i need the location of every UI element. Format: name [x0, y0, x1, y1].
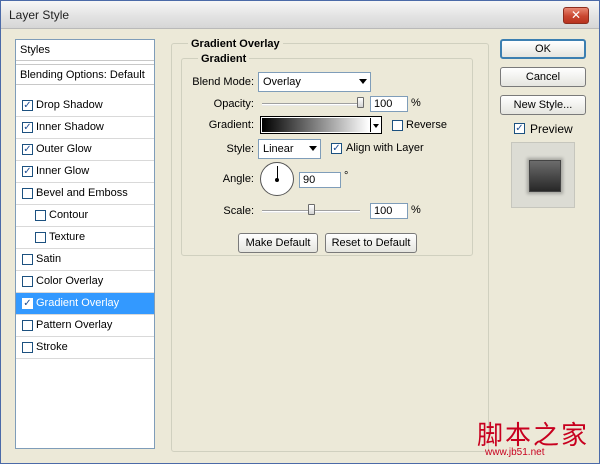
blend-mode-value: Overlay	[263, 76, 301, 88]
align-with-layer-label: Align with Layer	[346, 142, 424, 154]
chevron-down-icon	[359, 79, 367, 84]
style-item-drop-shadow[interactable]: Drop Shadow	[16, 95, 154, 117]
gradient-preview	[262, 118, 369, 132]
style-item-checkbox[interactable]	[35, 210, 46, 221]
chevron-down-icon	[309, 146, 317, 151]
style-item-label: Contour	[49, 209, 89, 221]
style-item-checkbox[interactable]	[22, 254, 33, 265]
window-title: Layer Style	[9, 8, 70, 22]
subsection-title: Gradient	[198, 53, 250, 65]
style-item-label: Drop Shadow	[36, 99, 103, 111]
angle-center	[275, 178, 279, 182]
style-item-checkbox[interactable]	[22, 166, 33, 177]
style-item-satin[interactable]: Satin	[16, 249, 154, 271]
style-item-label: Texture	[49, 231, 86, 243]
style-item-checkbox[interactable]	[22, 276, 33, 287]
style-item-inner-shadow[interactable]: Inner Shadow	[16, 117, 154, 139]
scale-label: Scale:	[223, 205, 254, 217]
chevron-down-icon[interactable]	[370, 118, 380, 132]
title-bar[interactable]: Layer Style ✕	[1, 1, 599, 29]
reverse-checkbox[interactable]	[392, 120, 403, 131]
style-item-checkbox[interactable]	[22, 298, 33, 309]
gradient-label: Gradient:	[208, 119, 254, 131]
style-item-checkbox[interactable]	[22, 100, 33, 111]
reverse-label: Reverse	[406, 119, 447, 131]
angle-unit: °	[344, 170, 349, 182]
angle-label: Angle:	[222, 173, 254, 185]
style-item-contour[interactable]: Contour	[16, 205, 154, 227]
preview-square	[529, 160, 561, 192]
style-select[interactable]: Linear	[258, 139, 321, 159]
style-preview-thumbnail	[511, 142, 575, 208]
style-item-label: Bevel and Emboss	[36, 187, 128, 199]
style-item-texture[interactable]: Texture	[16, 227, 154, 249]
make-default-button[interactable]: Make Default	[238, 233, 318, 253]
styles-list: Styles Blending Options: Default Drop Sh…	[15, 39, 155, 449]
blend-mode-select[interactable]: Overlay	[258, 72, 371, 92]
dialog-body: Styles Blending Options: Default Drop Sh…	[2, 30, 599, 463]
style-item-checkbox[interactable]	[22, 188, 33, 199]
angle-input[interactable]: 90	[299, 172, 341, 188]
style-item-label: Outer Glow	[36, 143, 92, 155]
style-item-gradient-overlay[interactable]: Gradient Overlay	[16, 293, 154, 315]
style-item-bevel-and-emboss[interactable]: Bevel and Emboss	[16, 183, 154, 205]
scale-input[interactable]: 100	[370, 203, 408, 219]
watermark-url: www.jb51.net	[485, 447, 545, 458]
gradient-picker[interactable]	[260, 116, 382, 134]
style-item-pattern-overlay[interactable]: Pattern Overlay	[16, 315, 154, 337]
close-button[interactable]: ✕	[563, 7, 589, 24]
style-item-checkbox[interactable]	[22, 122, 33, 133]
style-item-checkbox[interactable]	[22, 342, 33, 353]
style-item-color-overlay[interactable]: Color Overlay	[16, 271, 154, 293]
align-with-layer-checkbox[interactable]	[331, 143, 342, 154]
cancel-button[interactable]: Cancel	[500, 67, 586, 87]
preview-checkbox[interactable]	[514, 123, 525, 134]
opacity-label: Opacity:	[213, 98, 254, 110]
opacity-slider-thumb[interactable]	[357, 97, 364, 108]
styles-header[interactable]: Styles	[16, 40, 154, 61]
style-item-outer-glow[interactable]: Outer Glow	[16, 139, 154, 161]
style-item-label: Gradient Overlay	[36, 297, 120, 309]
style-item-label: Inner Glow	[36, 165, 90, 177]
scale-slider-thumb[interactable]	[307, 204, 315, 215]
style-item-checkbox[interactable]	[35, 232, 46, 243]
opacity-unit: %	[411, 97, 421, 109]
scale-unit: %	[411, 204, 421, 216]
reset-to-default-button[interactable]: Reset to Default	[325, 233, 417, 253]
new-style-button[interactable]: New Style...	[500, 95, 586, 115]
style-item-label: Stroke	[36, 341, 68, 353]
style-item-label: Satin	[36, 253, 62, 265]
style-item-checkbox[interactable]	[22, 320, 33, 331]
section-title: Gradient Overlay	[188, 38, 283, 50]
opacity-slider-track[interactable]	[262, 103, 364, 106]
angle-dial[interactable]	[260, 162, 294, 196]
style-item-label: Inner Shadow	[36, 121, 104, 133]
style-item-label: Color Overlay	[36, 275, 104, 287]
blending-options-item[interactable]: Blending Options: Default	[16, 64, 154, 85]
style-item-checkbox[interactable]	[22, 144, 33, 155]
style-item-inner-glow[interactable]: Inner Glow	[16, 161, 154, 183]
blend-mode-label: Blend Mode:	[192, 76, 254, 88]
layer-style-dialog: Layer Style ✕ Styles Blending Options: D…	[0, 0, 600, 464]
style-label: Style:	[226, 143, 254, 155]
style-value: Linear	[263, 143, 294, 155]
close-icon: ✕	[570, 8, 582, 22]
preview-label: Preview	[530, 122, 573, 136]
ok-button[interactable]: OK	[500, 39, 586, 59]
style-item-stroke[interactable]: Stroke	[16, 337, 154, 359]
opacity-input[interactable]: 100	[370, 96, 408, 112]
style-item-label: Pattern Overlay	[36, 319, 113, 331]
